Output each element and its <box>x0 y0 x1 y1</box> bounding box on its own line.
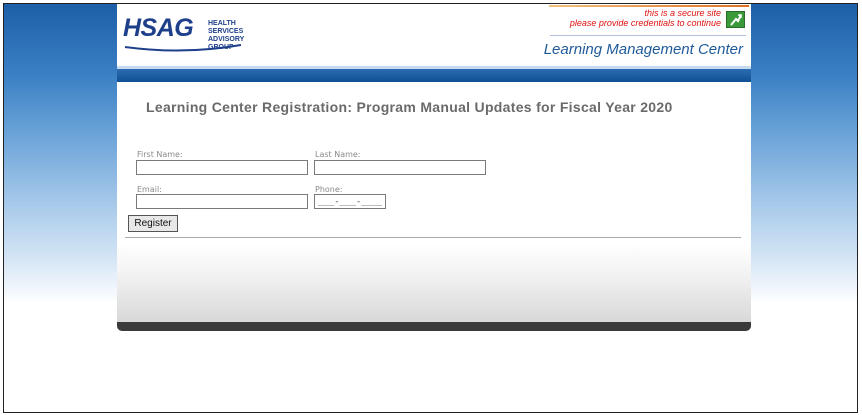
email-label: Email: <box>137 185 162 194</box>
register-button[interactable]: Register <box>128 215 178 232</box>
page-frame: HSAG HEALTH SERVICES ADVISORY GROUP this… <box>3 3 858 413</box>
email-input[interactable] <box>136 194 308 209</box>
first-name-input[interactable] <box>136 160 308 175</box>
header-accent-line <box>549 5 749 7</box>
header-divider <box>550 35 746 36</box>
phone-input[interactable] <box>314 194 386 209</box>
last-name-input[interactable] <box>314 160 486 175</box>
header: HSAG HEALTH SERVICES ADVISORY GROUP this… <box>117 4 751 68</box>
hsag-logo: HSAG HEALTH SERVICES ADVISORY GROUP <box>123 10 263 54</box>
last-name-label: Last Name: <box>315 150 361 159</box>
panel-fade <box>117 244 751 322</box>
page-title: Learning Center Registration: Program Ma… <box>146 99 673 115</box>
first-name-label: First Name: <box>137 150 183 159</box>
panel-footer <box>117 322 751 331</box>
main-panel: HSAG HEALTH SERVICES ADVISORY GROUP this… <box>117 4 751 331</box>
secure-line-1: this is a secure site <box>644 8 721 18</box>
app-title: Learning Management Center <box>543 41 743 58</box>
lock-icon <box>726 11 745 28</box>
logo-word: HSAG <box>123 14 194 42</box>
blue-banner <box>117 69 751 82</box>
form-divider <box>125 237 741 238</box>
secure-notice: this is a secure site please provide cre… <box>570 8 721 28</box>
phone-label: Phone: <box>315 185 343 194</box>
secure-line-2: please provide credentials to continue <box>569 18 721 28</box>
logo-swoosh-icon <box>124 44 242 52</box>
